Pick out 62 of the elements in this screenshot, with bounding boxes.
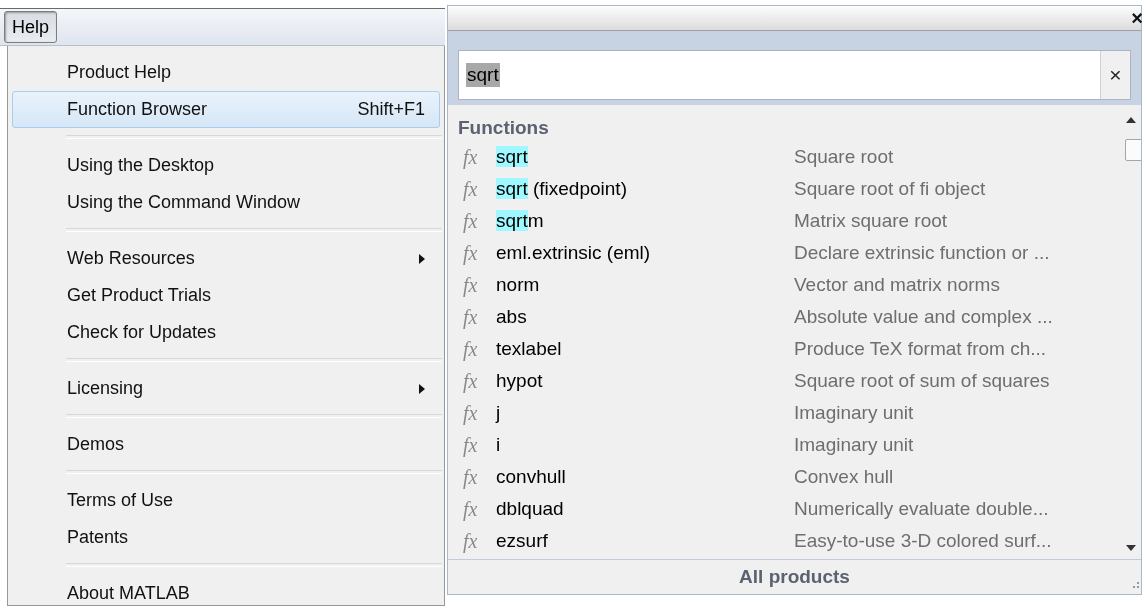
scroll-down-icon[interactable] bbox=[1126, 545, 1136, 551]
function-description: Numerically evaluate double... bbox=[794, 498, 1049, 520]
function-name[interactable]: norm bbox=[496, 274, 794, 296]
function-icon: fx bbox=[458, 369, 496, 393]
search-field[interactable]: sqrt bbox=[459, 51, 1100, 99]
menu-item[interactable]: Patents bbox=[12, 519, 440, 556]
menu-item[interactable]: Function Browser Shift+F1 bbox=[12, 91, 440, 128]
function-description: Square root bbox=[794, 146, 894, 168]
function-description: Easy-to-use 3-D colored surf... bbox=[794, 530, 1052, 552]
function-icon: fx bbox=[458, 337, 496, 361]
function-description: Declare extrinsic function or ... bbox=[794, 242, 1050, 264]
menu-item[interactable]: Check for Updates bbox=[12, 314, 440, 351]
function-icon: fx bbox=[458, 497, 496, 521]
function-name[interactable]: i bbox=[496, 434, 794, 456]
menu-item[interactable]: Licensing bbox=[12, 370, 440, 407]
function-icon: fx bbox=[458, 465, 496, 489]
menu-button[interactable]: Help bbox=[4, 11, 58, 43]
menu-item[interactable]: Web Resources bbox=[12, 240, 440, 277]
function-description: Imaginary unit bbox=[794, 434, 914, 456]
function-name[interactable]: dblquad bbox=[496, 498, 794, 520]
function-description: Convex hull bbox=[794, 466, 894, 488]
menu-item[interactable]: Using the Desktop bbox=[12, 147, 440, 184]
function-name[interactable]: sqrtm bbox=[496, 210, 794, 232]
scroll-up-icon[interactable] bbox=[1126, 117, 1136, 123]
function-name[interactable]: j bbox=[496, 402, 794, 424]
function-description: Square root of sum of squares bbox=[794, 370, 1050, 392]
clear-button[interactable]: × bbox=[1100, 51, 1130, 99]
function-icon: fx bbox=[458, 529, 496, 553]
function-name[interactable]: sqrt bbox=[496, 146, 794, 168]
function-name[interactable]: convhull bbox=[496, 466, 794, 488]
function-description: Matrix square root bbox=[794, 210, 948, 232]
menu-item[interactable]: Get Product Trials bbox=[12, 277, 440, 314]
menu-item[interactable]: Demos bbox=[12, 426, 440, 463]
function-name[interactable]: hypot bbox=[496, 370, 794, 392]
function-description: Vector and matrix norms bbox=[794, 274, 1000, 296]
function-icon: fx bbox=[458, 209, 496, 233]
function-description: Absolute value and complex ... bbox=[794, 306, 1053, 328]
function-description: Imaginary unit bbox=[794, 402, 914, 424]
function-description: Produce TeX format from ch... bbox=[794, 338, 1047, 360]
close-button[interactable]: × bbox=[1129, 8, 1142, 28]
function-description: Square root of fi object bbox=[794, 178, 986, 200]
menu-item[interactable]: About MATLAB bbox=[12, 575, 440, 605]
menu-item[interactable]: Product Help bbox=[12, 54, 440, 91]
function-name[interactable]: abs bbox=[496, 306, 794, 328]
section-heading: Functions bbox=[458, 116, 550, 140]
menu-item[interactable]: Terms of Use bbox=[12, 482, 440, 519]
function-icon: fx bbox=[458, 177, 496, 201]
function-name[interactable]: sqrt (fixedpoint) bbox=[496, 178, 794, 200]
function-icon: fx bbox=[458, 305, 496, 329]
scroll-thumb[interactable] bbox=[1125, 139, 1141, 161]
shortcut-label: Shift+F1 bbox=[357, 99, 425, 120]
function-icon: fx bbox=[458, 241, 496, 265]
function-name[interactable]: texlabel bbox=[496, 338, 794, 360]
resize-grip-icon[interactable] bbox=[1131, 580, 1139, 588]
function-name[interactable]: eml.extrinsic (eml) bbox=[496, 242, 794, 264]
menu-item[interactable]: Using the Command Window bbox=[12, 184, 440, 221]
function-icon: fx bbox=[458, 145, 496, 169]
function-name[interactable]: ezsurf bbox=[496, 530, 794, 552]
function-icon: fx bbox=[458, 401, 496, 425]
function-icon: fx bbox=[458, 273, 496, 297]
all-products-button[interactable]: All products bbox=[731, 564, 858, 590]
function-icon: fx bbox=[458, 433, 496, 457]
